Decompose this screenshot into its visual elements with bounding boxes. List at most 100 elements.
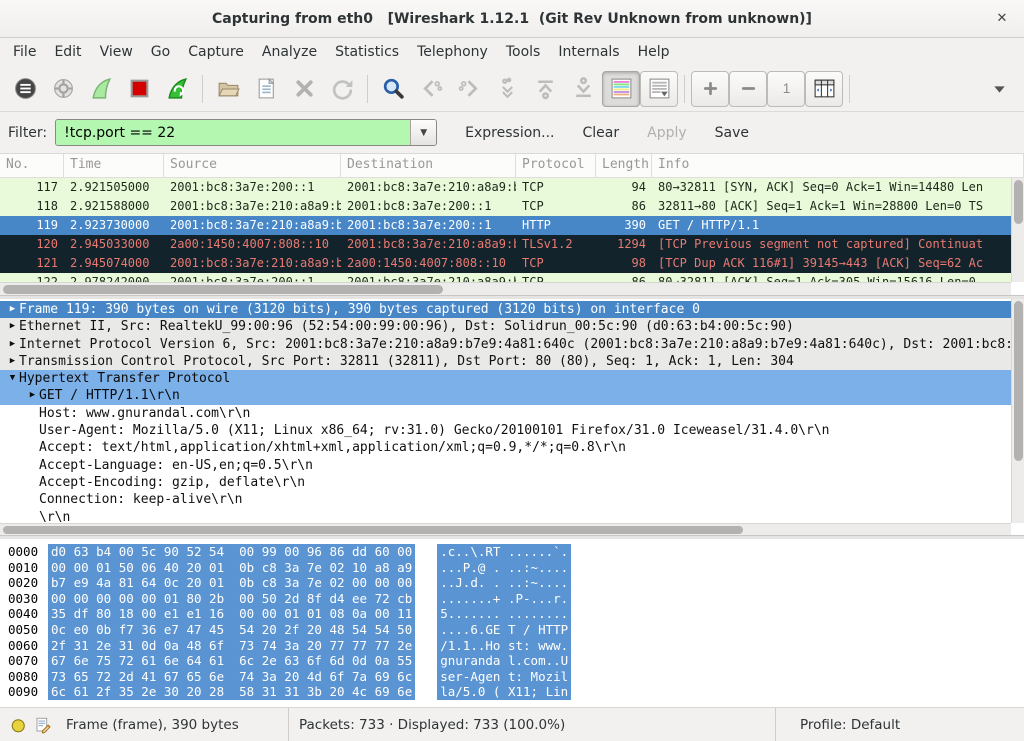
hex-bytes[interactable]: 0c e0 0b f7 36 e7 47 45 54 20 2f 20 48 5… — [48, 622, 415, 638]
hex-row-0090[interactable]: 00906c 61 2f 35 2e 30 20 28 58 31 31 3b … — [0, 684, 1024, 700]
hex-ascii[interactable]: /1.1..Ho st: www. — [437, 638, 571, 654]
menu-edit[interactable]: Edit — [45, 40, 90, 64]
scrollbar-thumb[interactable] — [3, 526, 743, 534]
filter-save-button[interactable]: Save — [705, 120, 759, 146]
hex-row-0070[interactable]: 007067 6e 75 72 61 6e 64 61 6c 2e 63 6f … — [0, 653, 1024, 669]
column-header-source[interactable]: Source — [164, 154, 341, 177]
find-packet-button[interactable] — [374, 71, 412, 107]
menu-file[interactable]: File — [4, 40, 45, 64]
filter-clear-button[interactable]: Clear — [573, 120, 630, 146]
list-interfaces-button[interactable] — [6, 71, 44, 107]
detail-row-3[interactable]: ▶Transmission Control Protocol, Src Port… — [0, 353, 1011, 370]
hex-bytes[interactable]: 6c 61 2f 35 2e 30 20 28 58 31 31 3b 20 4… — [48, 684, 415, 700]
go-to-top-button[interactable] — [526, 71, 564, 107]
hex-bytes[interactable]: 00 00 00 00 00 01 80 2b 00 50 2d 8f d4 e… — [48, 591, 415, 607]
detail-row-8[interactable]: Accept: text/html,application/xhtml+xml,… — [0, 439, 1011, 456]
capture-options-button[interactable] — [44, 71, 82, 107]
packet-row-120[interactable]: 1202.9450330002a00:1450:4007:808::102001… — [0, 235, 1011, 254]
hex-ascii[interactable]: la/5.0 ( X11; Lin — [437, 684, 571, 700]
menu-go[interactable]: Go — [142, 40, 179, 64]
zoom-in-button[interactable] — [691, 71, 729, 107]
hex-bytes[interactable]: 73 65 72 2d 41 67 65 6e 74 3a 20 4d 6f 7… — [48, 669, 415, 685]
close-capture-file-button[interactable] — [285, 71, 323, 107]
hex-row-0040[interactable]: 004035 df 80 18 00 e1 e1 16 00 00 01 01 … — [0, 606, 1024, 622]
hex-ascii[interactable]: 5....... ........ — [437, 606, 571, 622]
start-capture-button[interactable] — [82, 71, 120, 107]
expert-info-icon[interactable] — [10, 716, 28, 734]
colorize-packets-button[interactable] — [602, 71, 640, 107]
column-header-length[interactable]: Length — [596, 154, 652, 177]
details-horizontal-scrollbar[interactable] — [0, 523, 1011, 535]
reload-capture-file-button[interactable] — [323, 71, 361, 107]
expander-closed-icon[interactable]: ▶ — [26, 387, 39, 404]
packet-bytes-pane[interactable]: 0000d0 63 b4 00 5c 90 52 54 00 99 00 96 … — [0, 539, 1024, 707]
column-header-protocol[interactable]: Protocol — [516, 154, 596, 177]
hex-bytes[interactable]: 00 00 01 50 06 40 20 01 0b c8 3a 7e 02 1… — [48, 560, 415, 576]
hex-ascii[interactable]: .c..\.RT ......`. — [437, 544, 571, 560]
packet-list-horizontal-scrollbar[interactable] — [0, 282, 1011, 295]
zoom-out-button[interactable] — [729, 71, 767, 107]
packet-row-117[interactable]: 1172.9215050002001:bc8:3a7e:200::12001:b… — [0, 178, 1011, 197]
expander-closed-icon[interactable]: ▶ — [6, 336, 19, 353]
column-header-info[interactable]: Info — [652, 154, 1024, 177]
detail-row-0[interactable]: ▶Frame 119: 390 bytes on wire (3120 bits… — [0, 301, 1011, 318]
scrollbar-thumb[interactable] — [3, 285, 443, 294]
hex-row-0030[interactable]: 003000 00 00 00 00 01 80 2b 00 50 2d 8f … — [0, 591, 1024, 607]
packet-row-121[interactable]: 1212.9450740002001:bc8:3a7e:210:a8a9:b7e… — [0, 254, 1011, 273]
close-window-button[interactable]: ✕ — [992, 9, 1012, 29]
column-header-time[interactable]: Time — [64, 154, 164, 177]
hex-ascii[interactable]: ..J.d. . ..:~.... — [437, 575, 571, 591]
detail-row-5[interactable]: ▶GET / HTTP/1.1\r\n — [0, 387, 1011, 404]
column-header-destination[interactable]: Destination — [341, 154, 516, 177]
menu-help[interactable]: Help — [629, 40, 679, 64]
expander-closed-icon[interactable]: ▶ — [6, 353, 19, 370]
details-vertical-scrollbar[interactable] — [1011, 299, 1024, 523]
stop-capture-button[interactable] — [120, 71, 158, 107]
menu-internals[interactable]: Internals — [549, 40, 628, 64]
hex-row-0060[interactable]: 00602f 31 2e 31 0d 0a 48 6f 73 74 3a 20 … — [0, 638, 1024, 654]
hex-ascii[interactable]: ....6.GE T / HTTP — [437, 622, 571, 638]
status-profile-section[interactable]: Profile: Default — [776, 708, 1024, 741]
hex-bytes[interactable]: b7 e9 4a 81 64 0c 20 01 0b c8 3a 7e 02 0… — [48, 575, 415, 591]
hex-row-0080[interactable]: 008073 65 72 2d 41 67 65 6e 74 3a 20 4d … — [0, 669, 1024, 685]
hex-row-0050[interactable]: 00500c e0 0b f7 36 e7 47 45 54 20 2f 20 … — [0, 622, 1024, 638]
restart-capture-button[interactable] — [158, 71, 196, 107]
hex-ascii[interactable]: gnuranda l.com..U — [437, 653, 571, 669]
hex-bytes[interactable]: 35 df 80 18 00 e1 e1 16 00 00 01 01 08 0… — [48, 606, 415, 622]
filter-dropdown-button[interactable]: ▼ — [410, 120, 436, 145]
expander-closed-icon[interactable]: ▶ — [6, 318, 19, 335]
hex-row-0010[interactable]: 001000 00 01 50 06 40 20 01 0b c8 3a 7e … — [0, 560, 1024, 576]
go-to-packet-button[interactable] — [488, 71, 526, 107]
save-capture-file-button[interactable] — [247, 71, 285, 107]
hex-row-0020[interactable]: 0020b7 e9 4a 81 64 0c 20 01 0b c8 3a 7e … — [0, 575, 1024, 591]
hex-ascii[interactable]: ser-Agen t: Mozil — [437, 669, 571, 685]
packet-row-118[interactable]: 1182.9215880002001:bc8:3a7e:210:a8a9:b7e… — [0, 197, 1011, 216]
hex-bytes[interactable]: 67 6e 75 72 61 6e 64 61 6c 2e 63 6f 6d 0… — [48, 653, 415, 669]
menu-telephony[interactable]: Telephony — [408, 40, 497, 64]
column-header-no[interactable]: No. — [0, 154, 64, 177]
detail-row-2[interactable]: ▶Internet Protocol Version 6, Src: 2001:… — [0, 336, 1011, 353]
hex-ascii[interactable]: ...P.@ . ..:~.... — [437, 560, 571, 576]
zoom-100-button[interactable]: 1 — [767, 71, 805, 107]
expander-open-icon[interactable]: ▼ — [6, 370, 19, 387]
filter-expression-button[interactable]: Expression... — [455, 120, 564, 146]
detail-row-10[interactable]: Accept-Encoding: gzip, deflate\r\n — [0, 474, 1011, 491]
detail-row-7[interactable]: User-Agent: Mozilla/5.0 (X11; Linux x86_… — [0, 422, 1011, 439]
menu-capture[interactable]: Capture — [179, 40, 253, 64]
go-forward-button[interactable] — [450, 71, 488, 107]
go-back-button[interactable] — [412, 71, 450, 107]
detail-row-11[interactable]: Connection: keep-alive\r\n — [0, 491, 1011, 508]
hex-bytes[interactable]: d0 63 b4 00 5c 90 52 54 00 99 00 96 86 d… — [48, 544, 415, 560]
scrollbar-thumb[interactable] — [1014, 301, 1023, 461]
menu-tools[interactable]: Tools — [497, 40, 550, 64]
hex-row-0000[interactable]: 0000d0 63 b4 00 5c 90 52 54 00 99 00 96 … — [0, 544, 1024, 560]
expander-closed-icon[interactable]: ▶ — [6, 301, 19, 318]
resize-columns-button[interactable] — [805, 71, 843, 107]
detail-row-4[interactable]: ▼Hypertext Transfer Protocol — [0, 370, 1011, 387]
detail-row-1[interactable]: ▶Ethernet II, Src: RealtekU_99:00:96 (52… — [0, 318, 1011, 335]
toolbar-overflow-button[interactable] — [980, 71, 1018, 107]
menu-analyze[interactable]: Analyze — [253, 40, 326, 64]
open-capture-file-button[interactable] — [209, 71, 247, 107]
detail-row-6[interactable]: Host: www.gnurandal.com\r\n — [0, 405, 1011, 422]
hex-bytes[interactable]: 2f 31 2e 31 0d 0a 48 6f 73 74 3a 20 77 7… — [48, 638, 415, 654]
